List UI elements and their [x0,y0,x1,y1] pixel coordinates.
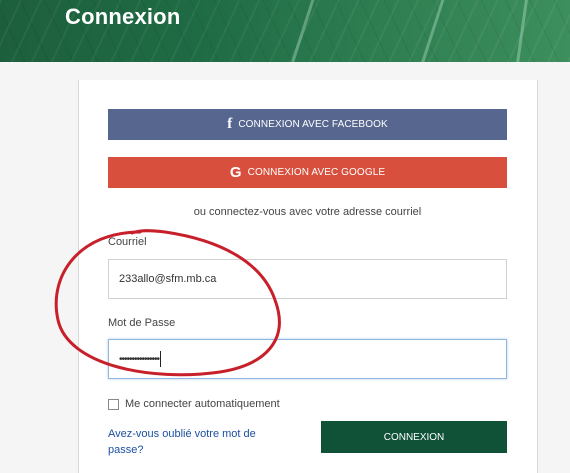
google-login-label: CONNEXION AVEC GOOGLE [247,167,386,178]
email-label: Courriel [108,236,147,248]
text-cursor [160,351,162,367]
password-value: •••••••••••••••• [119,353,160,365]
header-banner: Connexion [0,0,570,62]
email-value: 233allo@sfm.mb.ca [119,273,217,285]
google-icon: G [229,164,242,181]
facebook-login-button[interactable]: f CONNEXION AVEC FACEBOOK [108,109,507,140]
forgot-password-link[interactable]: Avez-vous oublié votre mot de passe? [108,426,288,458]
banner-decoration [513,0,530,62]
remember-checkbox[interactable] [108,398,119,410]
page-title: Connexion [65,4,181,29]
google-login-button[interactable]: G CONNEXION AVEC GOOGLE [108,157,507,188]
facebook-icon: f [227,116,233,132]
login-submit-button[interactable]: CONNEXION [321,421,507,453]
password-label: Mot de Passe [108,317,176,329]
remember-me[interactable]: Me connecter automatiquement [108,398,280,410]
banner-decoration [416,0,447,62]
password-field[interactable]: •••••••••••••••• [108,339,507,379]
or-divider-text: ou connectez-vous avec votre adresse cou… [193,206,422,218]
email-field[interactable]: 233allo@sfm.mb.ca [108,259,507,299]
banner-decoration [286,0,317,62]
facebook-login-label: CONNEXION AVEC FACEBOOK [238,119,388,130]
remember-label: Me connecter automatiquement [125,398,280,410]
